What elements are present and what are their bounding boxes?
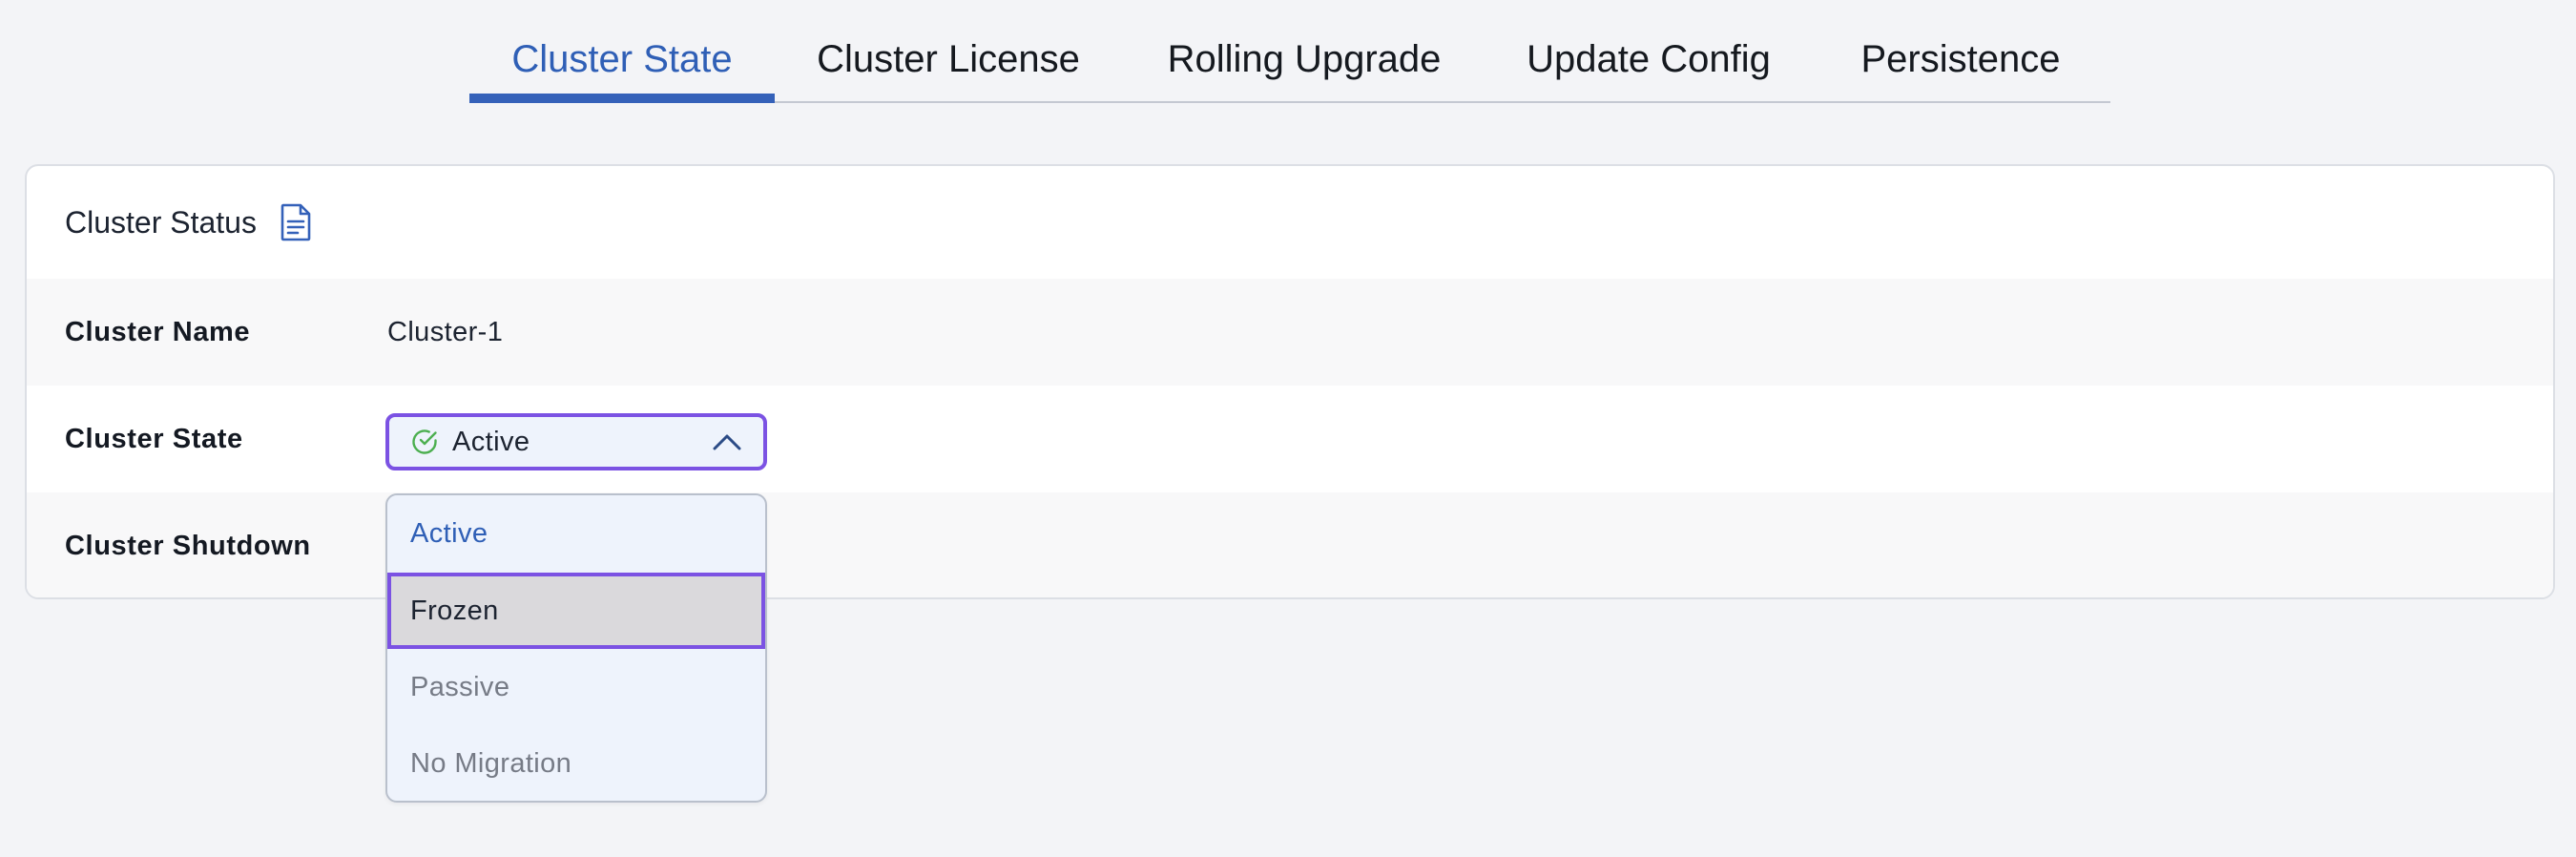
tab-rolling-upgrade[interactable]: Rolling Upgrade [1122,27,1486,101]
panel-title: Cluster Status [65,204,257,240]
cluster-state-label: Cluster State [65,423,243,454]
tab-persistence[interactable]: Persistence [1811,27,2110,101]
cluster-state-dropdown: Active Frozen Passive No Migration [385,493,767,803]
select-current-value: Active [452,426,530,457]
document-icon[interactable] [280,203,312,241]
tab-cluster-license[interactable]: Cluster License [775,27,1122,101]
tab-cluster-state[interactable]: Cluster State [469,27,775,101]
tab-bar: Cluster State Cluster License Rolling Up… [469,27,2110,103]
tab-update-config[interactable]: Update Config [1486,27,1811,101]
option-no-migration[interactable]: No Migration [387,725,765,801]
cluster-name-row: Cluster Name Cluster-1 [27,279,2553,386]
option-passive[interactable]: Passive [387,649,765,725]
cluster-shutdown-label: Cluster Shutdown [65,530,311,561]
cluster-name-value: Cluster-1 [387,316,504,347]
active-tab-indicator [469,94,775,103]
panel-header: Cluster Status [27,166,2553,279]
cluster-name-label: Cluster Name [65,316,251,347]
check-circle-icon [410,428,439,456]
option-active[interactable]: Active [387,495,765,572]
option-frozen[interactable]: Frozen [387,573,765,649]
cluster-state-select[interactable]: Active [385,413,767,470]
chevron-up-icon [712,430,742,453]
